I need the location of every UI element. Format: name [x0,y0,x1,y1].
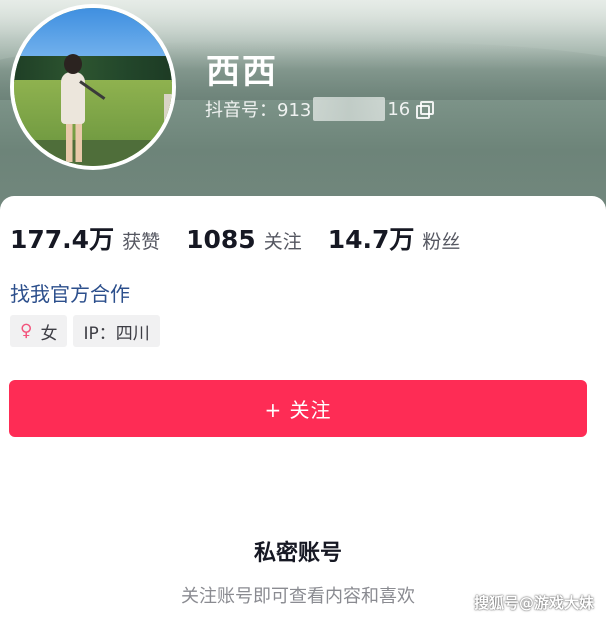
ip-label: IP：四川 [83,323,150,344]
official-cooperation-link[interactable]: 找我官方合作 [10,278,130,307]
avatar-post [164,94,172,144]
stat-followers[interactable]: 14.7万 粉丝 [328,220,461,256]
stat-following-value: 1085 [186,225,256,254]
avatar-mat [14,140,172,166]
douyin-id-suffix: 16 [387,98,411,120]
follow-button[interactable]: + 关注 [9,380,587,437]
profile-stats: 177.4万 获赞 1085 关注 14.7万 粉丝 [10,220,486,256]
ip-tag: IP：四川 [73,315,160,347]
avatar-person-legs [66,122,82,162]
female-icon: ♀ [20,321,33,341]
stat-likes-label: 获赞 [122,231,161,253]
gender-tag: ♀ 女 [10,315,68,347]
profile-tags: ♀ 女 IP：四川 [10,315,166,347]
profile-cover: 西西 抖音号：913 16 [0,0,606,215]
copy-icon[interactable] [416,101,435,119]
avatar-person-head [64,54,82,74]
watermark: 搜狐号@游戏大妹 [473,594,594,612]
stat-followers-label: 粉丝 [422,231,461,253]
follow-button-label: + 关注 [264,398,332,422]
avatar[interactable] [10,4,176,170]
profile-name: 西西 [206,52,278,92]
stat-likes[interactable]: 177.4万 获赞 [10,220,160,256]
stat-likes-value: 177.4万 [10,225,115,254]
douyin-id-prefix: 抖音号：913 [205,100,312,121]
stat-following-label: 关注 [263,231,302,253]
stat-followers-value: 14.7万 [327,225,415,254]
douyin-id-redaction [313,97,386,121]
private-account-title: 私密账号 [253,541,342,566]
douyin-id[interactable]: 抖音号：913 16 [205,96,435,122]
avatar-trees [14,56,172,82]
stat-following[interactable]: 1085 关注 [186,225,302,254]
gender-label: 女 [40,323,58,344]
